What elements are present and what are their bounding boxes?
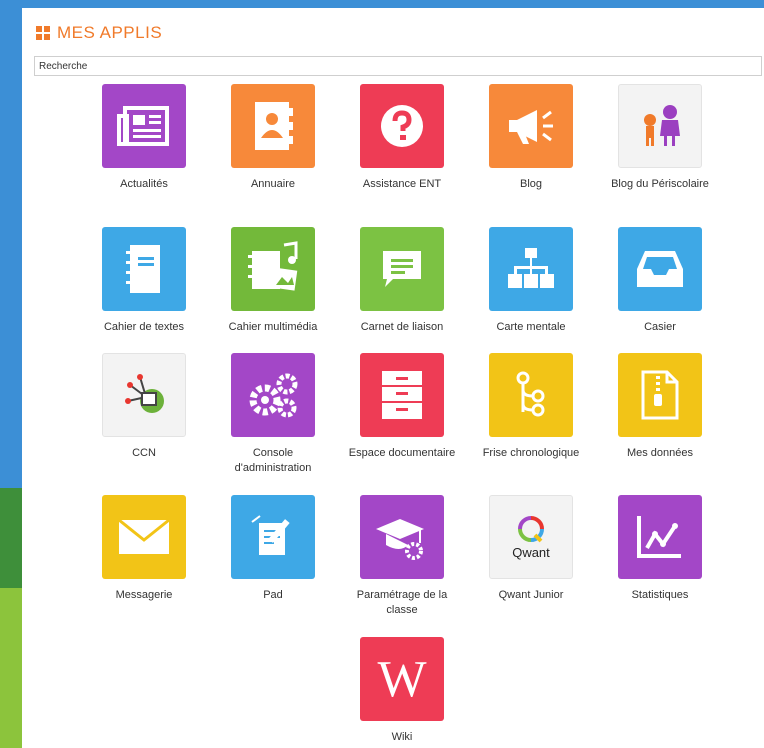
- left-sidebar-strip: [0, 8, 22, 748]
- app-annuaire[interactable]: Annuaire: [213, 84, 333, 192]
- children-icon: [618, 84, 702, 168]
- qwant-icon: Qwant: [489, 495, 573, 579]
- inbox-icon: [618, 227, 702, 311]
- app-label: Messagerie: [115, 589, 173, 601]
- wiki-icon: W: [360, 637, 444, 721]
- app-label: Paramétrage de la classe: [356, 589, 448, 616]
- gears-icon: [231, 353, 315, 437]
- chart-icon: [618, 495, 702, 579]
- drawers-icon: [360, 353, 444, 437]
- qwant-logo-text: Qwant: [512, 544, 550, 560]
- app-statistiques[interactable]: Statistiques: [600, 495, 720, 603]
- grid-icon: [36, 26, 50, 40]
- app-assistance-ent[interactable]: Assistance ENT: [342, 84, 462, 192]
- timeline-icon: [489, 353, 573, 437]
- app-label: Statistiques: [631, 589, 689, 601]
- sidebar-accent-light: [0, 588, 22, 748]
- megaphone-icon: [489, 84, 573, 168]
- app-label: Carte mentale: [496, 321, 566, 333]
- app-label: Cahier de textes: [103, 321, 185, 333]
- app-label: Annuaire: [250, 178, 296, 190]
- envelope-icon: [102, 495, 186, 579]
- app-cahier-de-textes[interactable]: Cahier de textes: [84, 227, 204, 335]
- app-mes-donnees[interactable]: Mes données: [600, 353, 720, 461]
- app-label: Cahier multimédia: [228, 321, 318, 333]
- app-ccn[interactable]: CCN: [84, 353, 204, 461]
- app-blog[interactable]: Blog: [471, 84, 591, 192]
- app-parametrage-classe[interactable]: Paramétrage de la classe: [342, 495, 462, 618]
- app-label: Blog du Périscolaire: [611, 178, 709, 190]
- app-wiki[interactable]: W Wiki: [342, 637, 462, 745]
- app-label: Blog: [519, 178, 543, 190]
- app-label: Frise chronologique: [482, 447, 580, 459]
- notebook-icon: [102, 227, 186, 311]
- zip-file-icon: [618, 353, 702, 437]
- app-label: Wiki: [391, 731, 413, 743]
- app-actualites[interactable]: Actualités: [84, 84, 204, 192]
- page-title: MES APPLIS: [57, 23, 163, 42]
- app-cahier-multimedia[interactable]: Cahier multimédia: [213, 227, 333, 335]
- pad-icon: [231, 495, 315, 579]
- graduation-icon: [360, 495, 444, 579]
- top-border: [0, 0, 764, 8]
- search-input[interactable]: [34, 56, 762, 76]
- app-console-administration[interactable]: Console d'administration: [213, 353, 333, 476]
- app-carnet-de-liaison[interactable]: Carnet de liaison: [342, 227, 462, 335]
- app-carte-mentale[interactable]: Carte mentale: [471, 227, 591, 335]
- message-icon: [360, 227, 444, 311]
- app-blog-periscolaire[interactable]: Blog du Périscolaire: [600, 84, 720, 192]
- app-label: Assistance ENT: [362, 178, 442, 190]
- app-espace-documentaire[interactable]: Espace documentaire: [342, 353, 462, 461]
- panel-header: MES APPLIS: [36, 22, 162, 44]
- app-frise-chronologique[interactable]: Frise chronologique: [471, 353, 591, 461]
- help-icon: [360, 84, 444, 168]
- apps-panel: MES APPLIS Actualités Annuaire Assistanc…: [22, 8, 764, 748]
- app-casier[interactable]: Casier: [600, 227, 720, 335]
- app-label: Console d'administration: [234, 447, 312, 474]
- app-messagerie[interactable]: Messagerie: [84, 495, 204, 603]
- app-qwant-junior[interactable]: Qwant Qwant Junior: [471, 495, 591, 603]
- app-label: Espace documentaire: [348, 447, 456, 459]
- mindmap-icon: [489, 227, 573, 311]
- app-label: Pad: [263, 589, 283, 601]
- app-pad[interactable]: Pad: [213, 495, 333, 603]
- app-label: Carnet de liaison: [360, 321, 444, 333]
- multimedia-icon: [231, 227, 315, 311]
- sidebar-accent-dark: [0, 488, 22, 588]
- wiki-letter: W: [377, 650, 427, 708]
- app-label: Actualités: [120, 178, 168, 190]
- app-label: CCN: [132, 447, 156, 459]
- newspaper-icon: [102, 84, 186, 168]
- app-label: Qwant Junior: [498, 589, 564, 601]
- app-label: Casier: [644, 321, 676, 333]
- address-book-icon: [231, 84, 315, 168]
- app-label: Mes données: [626, 447, 694, 459]
- ccn-icon: [102, 353, 186, 437]
